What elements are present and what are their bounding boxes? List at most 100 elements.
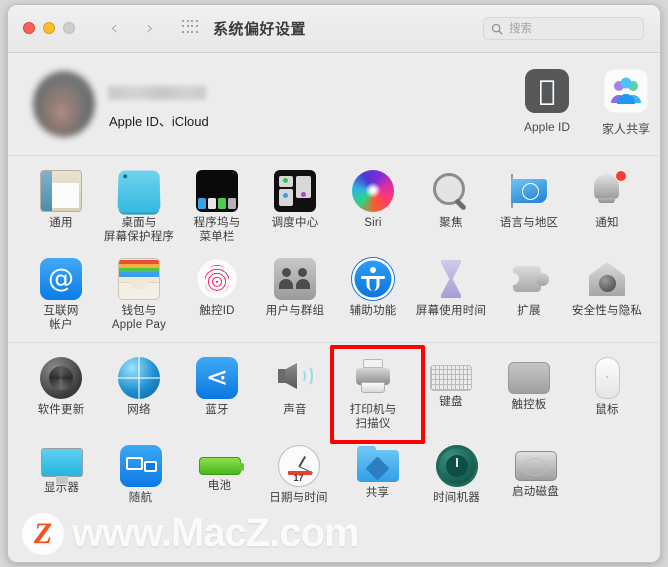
- battery-icon: [198, 457, 244, 475]
- mouse-icon: [594, 357, 620, 399]
- pref-label: 日期与时间: [269, 492, 328, 504]
- extensions-icon: [507, 258, 550, 300]
- account-subtitle: Apple ID、iCloud: [109, 114, 209, 129]
- pref-displays[interactable]: 显示器: [22, 443, 101, 506]
- minimize-button[interactable]: [43, 22, 55, 34]
- sharing-icon: [356, 446, 399, 482]
- pref-label: 语言与地区: [499, 217, 559, 229]
- pref-language-region[interactable]: 语言与地区: [490, 168, 568, 244]
- pref-startup-disk[interactable]: 启动磁盘: [496, 443, 575, 506]
- pref-general[interactable]: 通用: [22, 168, 100, 244]
- accessibility-icon: [352, 258, 394, 300]
- screen-time-icon: [430, 258, 472, 300]
- internet-accounts-icon: @: [40, 258, 82, 300]
- search-icon: [491, 23, 503, 35]
- apple-id-banner[interactable]: Apple ID、iCloud  Apple ID 家人共享: [8, 53, 660, 156]
- forward-button[interactable]: ›: [140, 18, 160, 40]
- pane-row: 显示器 随航 电池 17 日期与时间 共享 时间机器 启动磁盘: [8, 443, 660, 506]
- show-all-grid-icon[interactable]: [182, 20, 199, 35]
- pref-tile-label: 家人共享: [601, 122, 650, 136]
- avatar: [33, 71, 95, 137]
- apple-logo-icon: : [525, 69, 569, 113]
- pref-software-update[interactable]: 软件更新: [22, 355, 100, 431]
- pref-extensions[interactable]: 扩展: [490, 256, 568, 332]
- close-button[interactable]: [23, 22, 35, 34]
- pref-label: 扩展: [517, 305, 541, 317]
- pref-wallet-apple-pay[interactable]: 钱包与 Apple Pay: [100, 256, 178, 332]
- preference-panes-area: 通用 桌面与 屏幕保护程序 程序坞与 菜单栏 调度中心 Siri 聚焦 语言与地…: [8, 156, 660, 516]
- pref-security-privacy[interactable]: 安全性与隐私: [568, 256, 646, 332]
- general-icon: [40, 170, 82, 212]
- pref-siri[interactable]: Siri: [334, 168, 412, 244]
- watermark: Z www.MacZ.com: [22, 511, 360, 556]
- pref-label: 桌面与 屏幕保护程序: [103, 217, 175, 243]
- pref-label: 电池: [207, 480, 232, 492]
- pref-label: 用户与群组: [265, 305, 325, 317]
- search-input[interactable]: [509, 21, 634, 37]
- back-button[interactable]: ‹: [104, 18, 124, 40]
- pref-bluetooth[interactable]: ⋖ 蓝牙: [178, 355, 256, 431]
- pref-network[interactable]: 网络: [100, 355, 178, 431]
- pane-group-1: 通用 桌面与 屏幕保护程序 程序坞与 菜单栏 调度中心 Siri 聚焦 语言与地…: [8, 156, 660, 343]
- notification-badge: [615, 170, 627, 182]
- pref-tile-family-sharing[interactable]: 家人共享: [590, 69, 660, 137]
- pref-time-machine[interactable]: 时间机器: [417, 443, 496, 506]
- dock-menubar-icon: [196, 170, 238, 212]
- pane-row: 软件更新 网络 ⋖ 蓝牙 声音 打印机与 扫描仪 键盘 触控板 鼠标: [8, 345, 660, 444]
- touch-id-icon: [196, 258, 238, 300]
- pref-trackpad[interactable]: 触控板: [490, 355, 568, 431]
- siri-icon: [352, 170, 394, 212]
- sound-icon: [274, 357, 316, 399]
- page-title: 系统偏好设置: [213, 21, 307, 38]
- pref-label: 蓝牙: [205, 404, 229, 416]
- pref-users-groups[interactable]: 用户与群组: [256, 256, 334, 332]
- sidecar-icon: [119, 445, 162, 487]
- security-privacy-icon: [586, 258, 628, 300]
- pref-spotlight[interactable]: 聚焦: [412, 168, 490, 244]
- pref-label: 网络: [127, 404, 151, 416]
- pane-row: @ 互联网 帐户 钱包与 Apple Pay 触控ID 用户与群组 辅助功能 屏…: [8, 256, 660, 332]
- pref-label: 钱包与 Apple Pay: [111, 305, 167, 331]
- pref-mouse[interactable]: 鼠标: [568, 355, 646, 431]
- pref-label: 软件更新: [37, 404, 85, 416]
- pref-tile-apple-id[interactable]:  Apple ID: [511, 69, 583, 134]
- pref-battery[interactable]: 电池: [180, 443, 259, 506]
- network-icon: [118, 357, 160, 399]
- pref-notifications[interactable]: 通知: [568, 168, 646, 244]
- pref-mission-control[interactable]: 调度中心: [256, 168, 334, 244]
- pref-sidecar[interactable]: 随航: [101, 443, 180, 506]
- trackpad-icon: [508, 362, 550, 394]
- pref-label: 时间机器: [433, 492, 480, 504]
- mission-control-icon: [274, 170, 316, 212]
- pref-date-time[interactable]: 17 日期与时间: [259, 443, 338, 506]
- pref-sound[interactable]: 声音: [256, 355, 334, 431]
- maximize-button[interactable]: [63, 22, 75, 34]
- watermark-logo: Z: [22, 512, 64, 555]
- pref-desktop-screensaver[interactable]: 桌面与 屏幕保护程序: [100, 168, 178, 244]
- pref-internet-accounts[interactable]: @ 互联网 帐户: [22, 256, 100, 332]
- pref-keyboard[interactable]: 键盘: [412, 355, 490, 431]
- family-sharing-icon: [604, 69, 648, 113]
- wallet-apple-pay-icon: [118, 258, 160, 300]
- search-field[interactable]: [483, 17, 644, 40]
- pref-label: 调度中心: [271, 217, 319, 229]
- pref-sharing[interactable]: 共享: [338, 443, 417, 506]
- pref-accessibility[interactable]: 辅助功能: [334, 256, 412, 332]
- pref-dock-menubar[interactable]: 程序坞与 菜单栏: [178, 168, 256, 244]
- pane-group-2: 软件更新 网络 ⋖ 蓝牙 声音 打印机与 扫描仪 键盘 触控板 鼠标 显示器 随…: [8, 343, 660, 516]
- printers-scanners-icon: [352, 357, 394, 399]
- system-preferences-window: ‹ › 系统偏好设置 Apple ID、iCloud  Apple ID: [7, 4, 661, 563]
- spotlight-icon: [430, 170, 472, 212]
- pref-label: 鼠标: [595, 404, 619, 416]
- pref-label: 程序坞与 菜单栏: [193, 217, 241, 243]
- pref-screen-time[interactable]: 屏幕使用时间: [412, 256, 490, 332]
- pref-label: 键盘: [439, 396, 463, 408]
- pref-label: 触控板: [511, 399, 547, 411]
- pref-touch-id[interactable]: 触控ID: [178, 256, 256, 332]
- pref-tile-label: Apple ID: [523, 120, 571, 134]
- title-bar: ‹ › 系统偏好设置: [8, 5, 660, 53]
- pref-label: 屏幕使用时间: [415, 305, 487, 317]
- pref-label: 启动磁盘: [512, 486, 559, 498]
- pref-printers-scanners[interactable]: 打印机与 扫描仪: [330, 345, 425, 444]
- users-groups-icon: [274, 258, 316, 300]
